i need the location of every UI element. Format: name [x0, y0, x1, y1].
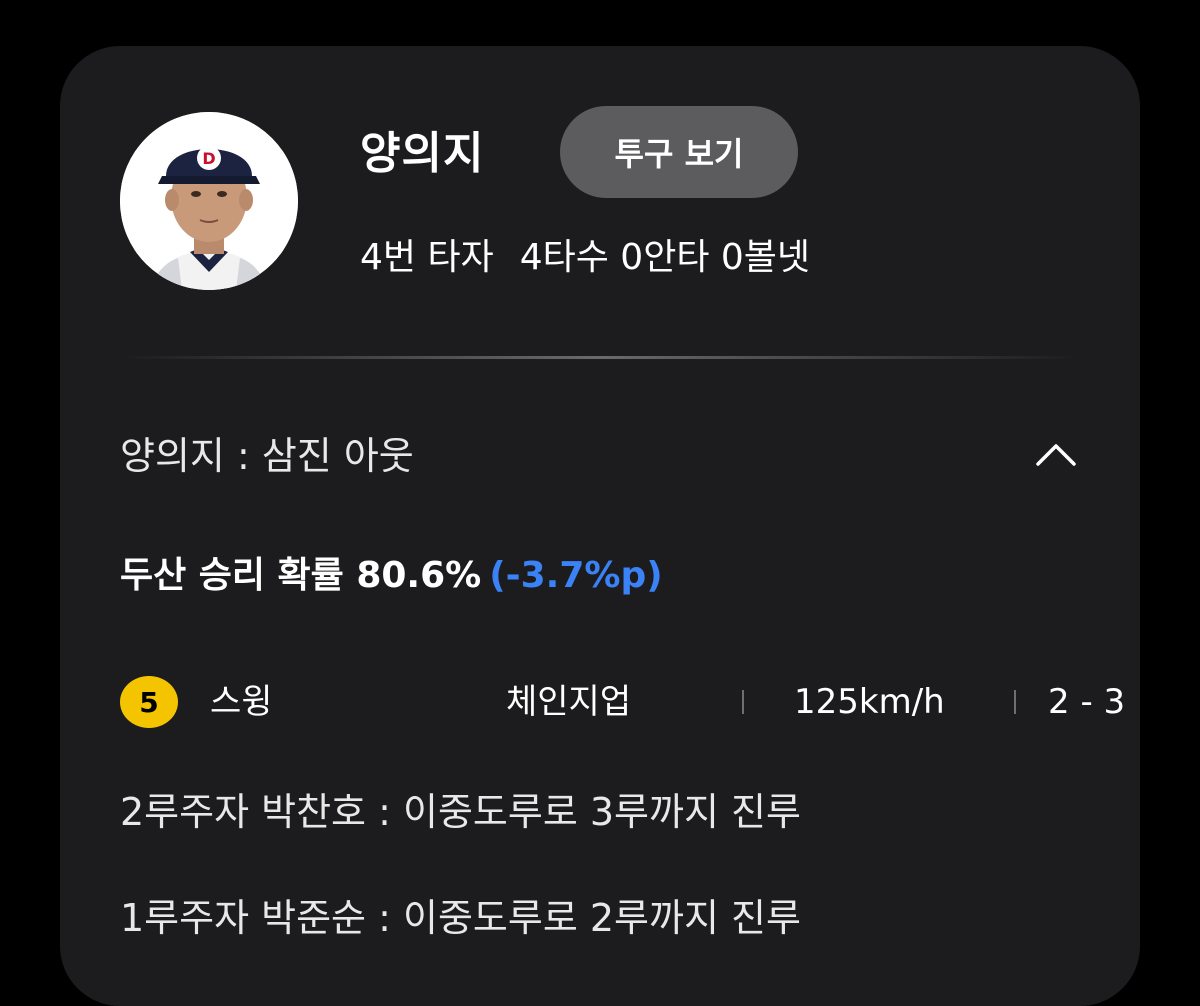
pitch-number-badge: 5 — [120, 676, 178, 728]
at-bat-result: 양의지 : 삼진 아웃 — [120, 434, 414, 478]
player-name: 양의지 — [360, 128, 485, 179]
player-avatar: D — [120, 112, 298, 290]
win-probability-value: 두산 승리 확률 80.6% — [120, 555, 482, 596]
runner-event: 2루주자 박찬호 : 이중도루로 3루까지 진루 — [120, 790, 801, 834]
svg-text:D: D — [202, 149, 215, 168]
batting-stats-line: 4타수 0안타 0볼넷 — [519, 237, 811, 278]
separator — [742, 690, 744, 714]
chevron-up-icon[interactable] — [1032, 432, 1080, 480]
win-probability: 두산 승리 확률 80.6% (-3.7%p) — [120, 551, 663, 601]
batter-stats: 4번 타자 4타수 0안타 0볼넷 — [360, 236, 810, 280]
win-probability-delta: (-3.7%p) — [489, 555, 663, 596]
at-bat-result-toggle[interactable]: 양의지 : 삼진 아웃 — [120, 426, 1080, 486]
runner-event: 1루주자 박준순 : 이중도루로 2루까지 진루 — [120, 896, 801, 940]
batting-order: 4번 타자 — [360, 237, 494, 278]
view-pitch-button[interactable]: 투구 보기 — [560, 106, 798, 198]
pitch-type: 체인지업 — [506, 682, 632, 722]
ball-strike-count: 2 - 3 — [1048, 682, 1126, 722]
at-bat-card: D 양의지 투구 보기 4번 타자 4타수 0안타 0볼넷 양의지 : 삼진 아웃… — [60, 46, 1140, 1006]
pitch-row: 5 스윙 체인지업 125km/h 2 - 3 — [120, 674, 1125, 730]
pitch-speed: 125km/h — [794, 682, 945, 722]
separator — [1014, 690, 1016, 714]
divider — [120, 356, 1080, 359]
pitch-result: 스윙 — [210, 682, 273, 722]
player-photo: D — [120, 112, 298, 290]
